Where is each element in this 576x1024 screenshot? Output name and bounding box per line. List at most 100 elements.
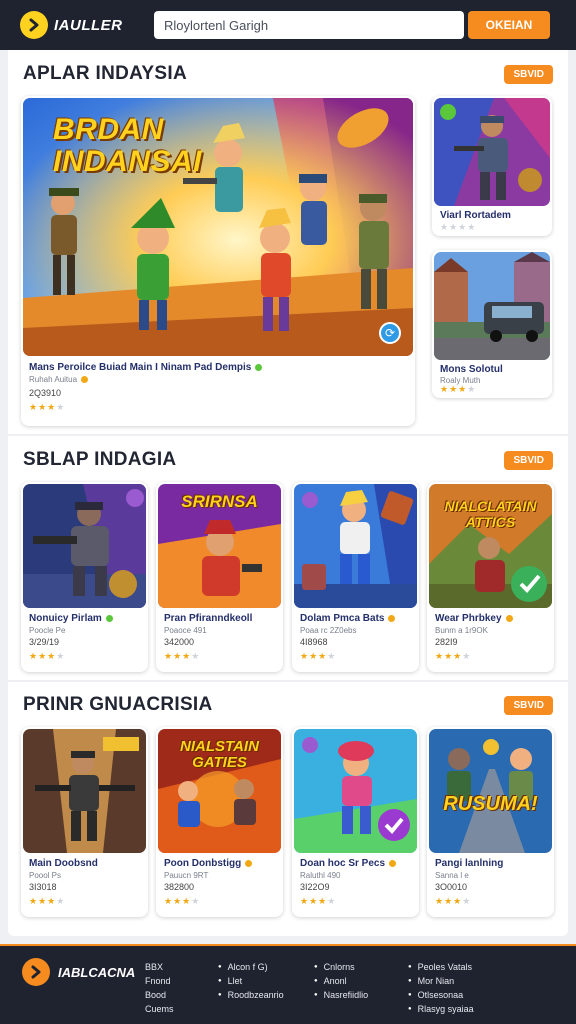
hero-number: 2Q3910 xyxy=(29,388,62,398)
thumbnail-banner: RUSUMA! xyxy=(443,793,538,815)
thumbnail-banner: NIALSTAIN GATIES xyxy=(180,738,259,771)
footer-link[interactable]: Cnlorns xyxy=(314,960,368,974)
hero-subtitle: Ruhah Auitua xyxy=(29,375,89,384)
section-header: SBLAP INDAGIA SBVID xyxy=(23,448,553,472)
logo-text: IAULLER xyxy=(54,16,123,34)
footer: IABLCACNA BBX Fnond Bood Cuems Alcon f G… xyxy=(0,944,576,1024)
footer-link[interactable]: Cuems xyxy=(145,1002,174,1016)
game-number: 3I3018 xyxy=(29,882,57,892)
soldier-artwork xyxy=(434,98,550,206)
game-thumbnail[interactable]: RUSUMA! xyxy=(429,729,552,853)
side-game-card[interactable]: Mons Solotul Roaly Muth ★★★★ xyxy=(432,250,552,398)
game-card[interactable]: Dolam Pmca Bats Poaa rc 2Z0ebs 4I8968 ★★… xyxy=(292,482,419,672)
section-header: APLAR INDAYSIA SBVID xyxy=(23,62,553,86)
coin-icon xyxy=(245,859,253,867)
star-rating: ★★★★ xyxy=(164,651,201,661)
section-divider xyxy=(8,680,568,682)
star-rating: ★★★★ xyxy=(440,222,477,232)
game-card[interactable]: Nonuicy Pirlam Poocle Pe 3/29/19 ★★★★ xyxy=(21,482,148,672)
game-card[interactable]: NIALSTAIN GATIES Poon Donbstigg Pauucn 9R… xyxy=(156,727,283,917)
game-number: 282I9 xyxy=(435,637,458,647)
hero-title: Mans Peroilce Buiad Main I Ninam Pad Dem… xyxy=(29,362,399,373)
game-title: Main Doobsnd xyxy=(29,858,98,869)
game-subtitle: Bunm a 1r9OK xyxy=(435,626,488,635)
hero-banner-text: BRDAN INDANSAI xyxy=(53,113,203,178)
game-thumbnail[interactable]: NIALCLATAIN ATTICS xyxy=(429,484,552,608)
arrow-logo-icon xyxy=(22,958,50,986)
game-title: Nonuicy Pirlam xyxy=(29,613,113,624)
car-street-artwork xyxy=(434,252,550,360)
refresh-icon[interactable]: ⟳ xyxy=(379,322,401,344)
game-title: Poon Donbstigg xyxy=(164,858,253,869)
see-all-button[interactable]: SBVID xyxy=(504,695,553,715)
search-input[interactable] xyxy=(154,11,464,39)
footer-link[interactable]: Rlasyg syaiaa xyxy=(408,1002,474,1016)
footer-link[interactable]: Mor Nian xyxy=(408,974,474,988)
game-number: 3/29/19 xyxy=(29,637,60,647)
game-subtitle: Sanna l e xyxy=(435,871,469,880)
footer-column: BBX Fnond Bood Cuems xyxy=(145,960,174,1016)
footer-link[interactable]: Bood xyxy=(145,988,174,1002)
side-thumbnail[interactable] xyxy=(434,252,550,360)
game-subtitle: Poocle Pe xyxy=(29,626,66,635)
footer-logo[interactable]: IABLCACNA xyxy=(22,958,135,986)
game-thumbnail[interactable] xyxy=(23,729,146,853)
game-title: Wear Phrbkey xyxy=(435,613,513,624)
footer-link[interactable]: Otlsesonaa xyxy=(408,988,474,1002)
game-card[interactable]: Doan hoc Sr Pecs Raluthl 490 3I22O9 ★★★★ xyxy=(292,727,419,917)
section-trending: SBLAP INDAGIA SBVID Nonuicy Pirlam Poocl… xyxy=(8,448,568,688)
footer-link[interactable]: Anonl xyxy=(314,974,368,988)
star-rating: ★★★★ xyxy=(164,896,201,906)
star-rating: ★★★★ xyxy=(435,651,472,661)
see-all-button[interactable]: SBVID xyxy=(504,450,553,470)
hero-game-card[interactable]: BRDAN INDANSAI ⟳ Mans Peroilce Buiad Main… xyxy=(21,96,415,426)
game-card[interactable]: SRIRNSA Pran Pfiranndkeoll Poaoce 491 34… xyxy=(156,482,283,672)
game-thumbnail[interactable] xyxy=(294,484,417,608)
footer-column: Cnlorns Anonl Nasrefiidlio xyxy=(314,960,369,1002)
game-subtitle: Poaoce 491 xyxy=(164,626,207,635)
footer-link[interactable]: BBX xyxy=(145,960,174,974)
side-thumbnail[interactable] xyxy=(434,98,550,206)
game-thumbnail[interactable] xyxy=(294,729,417,853)
game-title: Pran Pfiranndkeoll xyxy=(164,613,253,624)
side-title: Viarl Rortadem xyxy=(440,210,511,221)
footer-link[interactable]: Fnond xyxy=(145,974,174,988)
section-header: PRINR GNUACRISIA SBVID xyxy=(23,693,553,717)
main-content: APLAR INDAYSIA SBVID BRDAN INDANSAI ⟳ Ma… xyxy=(8,50,568,936)
thumbnail-banner: NIALCLATAIN ATTICS xyxy=(444,498,537,530)
game-card[interactable]: RUSUMA! Pangi lanlning Sanna l e 3O0010 … xyxy=(427,727,554,917)
game-subtitle: Poool Ps xyxy=(29,871,62,880)
game-thumbnail[interactable]: SRIRNSA xyxy=(158,484,281,608)
star-rating: ★★★★ xyxy=(29,896,66,906)
search-button[interactable]: OKEIAN xyxy=(468,11,550,39)
coin-icon xyxy=(505,614,513,622)
footer-link[interactable]: Roodbzeanrio xyxy=(218,988,284,1002)
star-rating: ★★★★ xyxy=(300,651,337,661)
game-card[interactable]: NIALCLATAIN ATTICS Wear Phrbkey Bunm a 1r… xyxy=(427,482,554,672)
logo[interactable]: IAULLER xyxy=(20,11,154,39)
hero-thumbnail[interactable]: BRDAN INDANSAI ⟳ xyxy=(23,98,413,356)
game-title: Dolam Pmca Bats xyxy=(300,613,396,624)
star-rating: ★★★★ xyxy=(300,896,337,906)
game-subtitle: Pauucn 9RT xyxy=(164,871,209,880)
robot-gunner-artwork xyxy=(23,484,146,608)
section-title: APLAR INDAYSIA xyxy=(23,63,187,84)
footer-link[interactable]: Peoles Vatals xyxy=(408,960,474,974)
coin-icon xyxy=(388,614,396,622)
game-number: 4I8968 xyxy=(300,637,328,647)
dual-gunner-artwork xyxy=(23,729,146,853)
star-rating: ★★★★ xyxy=(435,896,472,906)
see-all-button[interactable]: SBVID xyxy=(504,64,553,84)
arrow-logo-icon xyxy=(20,11,48,39)
game-card[interactable]: Main Doobsnd Poool Ps 3I3018 ★★★★ xyxy=(21,727,148,917)
blonde-runner-artwork xyxy=(294,484,417,608)
game-thumbnail[interactable]: NIALSTAIN GATIES xyxy=(158,729,281,853)
footer-link[interactable]: Llet xyxy=(218,974,284,988)
footer-link[interactable]: Nasrefiidlio xyxy=(314,988,369,1002)
side-title: Mons Solotul xyxy=(440,364,503,375)
footer-link[interactable]: Alcon f G) xyxy=(218,960,284,974)
verified-icon xyxy=(105,614,113,622)
side-game-card[interactable]: Viarl Rortadem ★★★★ xyxy=(432,96,552,236)
game-thumbnail[interactable] xyxy=(23,484,146,608)
squad-artwork xyxy=(429,729,552,853)
